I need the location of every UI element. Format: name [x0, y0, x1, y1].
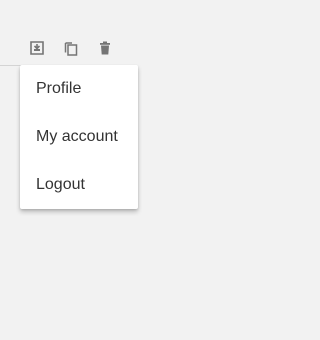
toolbar	[0, 0, 267, 64]
menu-item-label: My account	[36, 128, 118, 145]
menu-item-profile[interactable]: Profile	[20, 65, 138, 113]
menu-item-my-account[interactable]: My account	[20, 113, 138, 161]
copy-button[interactable]	[61, 38, 81, 58]
copy-icon	[64, 42, 78, 56]
account-menu: Profile My account Logout	[20, 65, 138, 209]
menu-item-label: Logout	[36, 176, 85, 193]
menu-item-label: Profile	[36, 80, 82, 97]
toolbar-divider	[0, 65, 22, 66]
download-button[interactable]	[27, 38, 47, 58]
delete-button[interactable]	[95, 38, 115, 58]
menu-item-logout[interactable]: Logout	[20, 161, 138, 209]
download-icon	[30, 41, 44, 55]
trash-icon	[100, 41, 110, 55]
